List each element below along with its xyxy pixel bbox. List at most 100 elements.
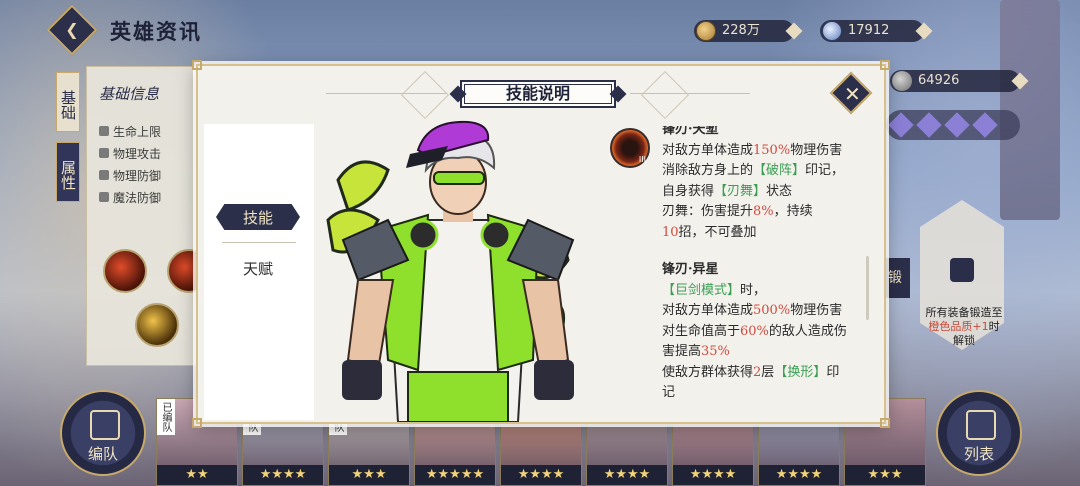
team-icon — [90, 410, 120, 440]
stat-physical-attack: 物理攻击 — [99, 145, 161, 162]
skill-scrollbar[interactable] — [866, 256, 869, 320]
skill-line: 10招，不可叠加 — [662, 223, 844, 244]
star-rating: ★★★ — [845, 465, 925, 485]
star-rating: ★★★★ — [243, 465, 323, 485]
list-button[interactable]: 列表 — [936, 390, 1022, 476]
hero-glove-left — [342, 360, 382, 400]
skill-line: 【巨剑模式】时， — [662, 281, 847, 302]
lock-icon — [950, 258, 974, 282]
magic-shield-icon — [99, 192, 109, 202]
gem-add-icon — [915, 22, 933, 40]
back-arrow-icon: ❮ — [65, 20, 79, 39]
skill-text-segment: 记 — [662, 385, 676, 400]
gold-currency[interactable]: 228万 — [694, 20, 803, 42]
skill-keyword: 【换形】 — [774, 364, 827, 380]
secondary-currency-amount: 64926 — [918, 73, 960, 88]
skill-text-segment: 自身获得 — [662, 183, 715, 199]
skill-text-segment: 对生命值高于 — [662, 323, 741, 339]
equip-gem-icon — [944, 112, 970, 138]
skill-text-segment: ，持续 — [773, 204, 813, 219]
skull-currency-icon — [892, 71, 912, 91]
star-rating: ★★★★ — [587, 465, 667, 485]
skill-line: 对敌方单体造成500%物理伤害 — [662, 301, 847, 322]
unlock-hint-pre: 所有装备锻造至 — [925, 306, 1003, 319]
modal-title: 技能说明 — [460, 80, 616, 108]
stat-hp-label: 生命上限 — [113, 125, 162, 139]
skill-text-segment: 层 — [761, 364, 775, 380]
skill-line: 使敌方群体获得2层【换形】印 — [662, 363, 847, 384]
skill-keyword: 【破阵】 — [753, 163, 806, 178]
secondary-currency[interactable]: 64926 — [890, 70, 1029, 92]
back-button[interactable]: ❮ — [46, 4, 98, 56]
close-icon: ✕ — [844, 82, 861, 106]
skill-text-segment: 对敌方单体造成 — [662, 303, 754, 318]
top-bar: ❮ 英雄资讯 228万 17912 — [0, 0, 1080, 60]
hero-pants — [407, 371, 509, 422]
tab-talent[interactable]: 天赋 — [212, 258, 304, 279]
sword-icon — [99, 148, 109, 158]
skill-line: 刃舞：伤害提升8%，持续 — [662, 202, 844, 223]
stat-physical-defense: 物理防御 — [99, 167, 161, 184]
tab-attributes[interactable]: 属性 — [56, 142, 80, 202]
star-rating: ★★★★ — [501, 465, 581, 485]
stat-pdef-label: 物理防御 — [113, 169, 162, 183]
star-rating: ★★★★ — [673, 465, 753, 485]
skill-text-segment: 消除敌方身上的 — [662, 163, 754, 178]
rune-slot-ultimate[interactable] — [135, 303, 179, 347]
hero-glove-right — [534, 360, 574, 400]
tab-basic[interactable]: 基础 — [56, 72, 80, 132]
skill-text-segment: 印 — [826, 364, 840, 380]
skill-value: 8% — [753, 204, 774, 219]
star-rating: ★★★★★ — [415, 465, 495, 485]
stat-mdef-label: 魔法防御 — [113, 191, 162, 205]
headphone-left — [407, 219, 439, 251]
skill-keyword: 【刃舞】 — [714, 183, 767, 199]
skill-value: 35% — [701, 344, 730, 359]
skill2-name: 锋刃·异星 — [662, 262, 719, 277]
skill-level-badge: III — [638, 155, 646, 164]
skill-text-segment: 使敌方群体获得 — [662, 364, 754, 380]
basic-info-title: 基础信息 — [99, 85, 160, 103]
gold-coin-icon — [696, 21, 716, 41]
gold-add-icon — [785, 22, 803, 40]
left-side-tabs: 基础 属性 — [56, 72, 80, 212]
rune-slot-1[interactable] — [103, 249, 147, 293]
skill1-description: 对敌方单体造成150%物理伤害 消除敌方身上的【破阵】印记， 自身获得【刃舞】状态刃… — [662, 141, 844, 244]
tab-skill-label: 技能 — [242, 209, 273, 227]
skill-value: 150% — [753, 142, 791, 158]
skill-text-segment: 招，不可叠加 — [678, 224, 757, 240]
skill-text-segment: 物理伤害 — [790, 142, 843, 158]
unlock-hint: 所有装备锻造至橙色品质+1时解锁 — [924, 306, 1004, 348]
unlock-hint-highlight: 橙色品质+1 — [928, 320, 989, 333]
modal-corner — [880, 418, 890, 428]
tab-divider — [222, 242, 296, 243]
team-button[interactable]: 编队 — [60, 390, 146, 476]
close-button[interactable]: ✕ — [829, 71, 873, 115]
skill-line: 对敌方单体造成150%物理伤害 — [662, 141, 844, 162]
skill-value: 60% — [740, 323, 769, 339]
skill-description-pane[interactable]: III 锋刃·天堑 对敌方单体造成150%物理伤害 消除敌方身上的【破阵】印记，自… — [606, 126, 868, 420]
skill-text-segment: 刃舞：伤害提升 — [662, 204, 754, 219]
gem-currency[interactable]: 17912 — [820, 20, 933, 42]
modal-tab-column: 技能 天赋 — [204, 124, 314, 420]
stat-patk-label: 物理攻击 — [113, 147, 162, 161]
modal-corner — [880, 60, 890, 70]
equip-gem-icon — [916, 112, 942, 138]
tab-skill[interactable]: 技能 — [212, 204, 304, 230]
skill2-block: 锋刃·异星 【巨剑模式】时， 对敌方单体造成500%物理伤害 对生命值高于60%的敌… — [662, 260, 847, 404]
equip-gem-icon — [888, 112, 914, 138]
star-rating: ★★ — [157, 465, 237, 485]
hero-arm-left — [346, 279, 395, 372]
title-deco-diamond — [640, 70, 690, 120]
list-label: 列表 — [963, 445, 994, 463]
gold-amount: 228万 — [722, 23, 760, 38]
graffiti-shape — [336, 160, 390, 212]
modal-corner — [192, 418, 202, 428]
team-label: 编队 — [87, 445, 118, 463]
in-team-tag: 已编队 — [157, 399, 175, 435]
skill-text-segment: 害提高 — [662, 344, 702, 359]
stat-hp: 生命上限 — [99, 123, 161, 140]
skill-line: 自身获得【刃舞】状态 — [662, 182, 844, 203]
hero-illustration — [326, 120, 575, 422]
equip-gem-icon — [972, 112, 998, 138]
